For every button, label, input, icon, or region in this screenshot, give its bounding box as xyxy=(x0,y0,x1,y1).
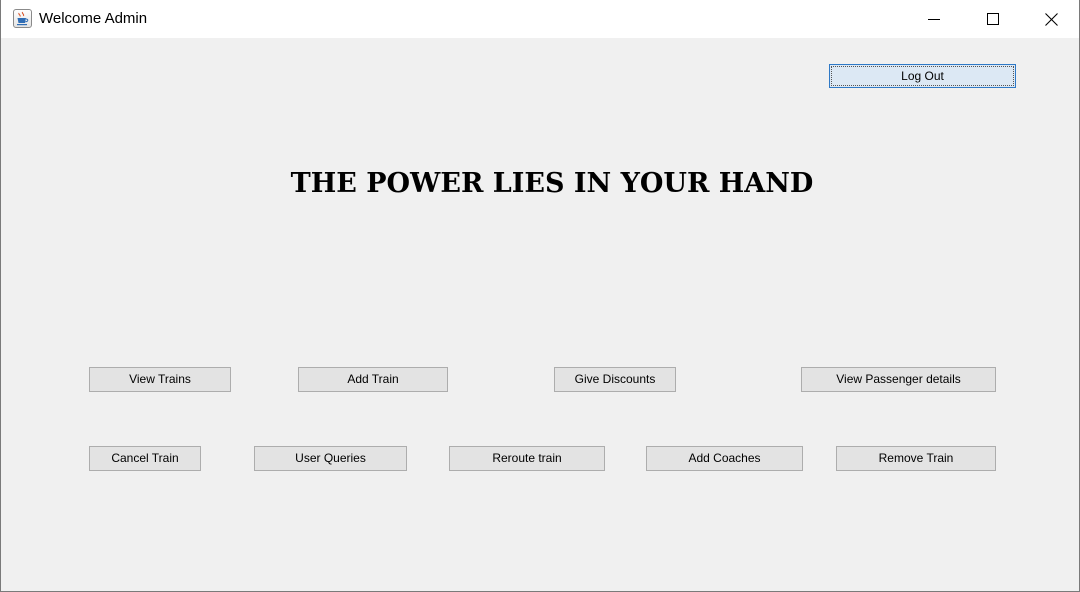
minimize-button[interactable] xyxy=(905,0,963,38)
content-panel: Log Out THE POWER LIES IN YOUR HAND View… xyxy=(1,38,1079,591)
maximize-button[interactable] xyxy=(964,0,1022,38)
remove-train-button[interactable]: Remove Train xyxy=(836,446,996,471)
java-cup-icon xyxy=(13,9,32,28)
reroute-train-button[interactable]: Reroute train xyxy=(449,446,605,471)
admin-window: Welcome Admin Log Out THE POWER LIES IN … xyxy=(0,0,1080,592)
view-passenger-details-button[interactable]: View Passenger details xyxy=(801,367,996,392)
title-bar[interactable]: Welcome Admin xyxy=(1,0,1079,38)
give-discounts-button[interactable]: Give Discounts xyxy=(554,367,676,392)
logout-label: Log Out xyxy=(831,66,1014,86)
user-queries-button[interactable]: User Queries xyxy=(254,446,407,471)
page-headline: THE POWER LIES IN YOUR HAND xyxy=(290,168,814,199)
minimize-icon xyxy=(928,19,940,20)
view-trains-button[interactable]: View Trains xyxy=(89,367,231,392)
add-coaches-button[interactable]: Add Coaches xyxy=(646,446,803,471)
cancel-train-button[interactable]: Cancel Train xyxy=(89,446,201,471)
logout-button[interactable]: Log Out xyxy=(829,64,1016,88)
close-button[interactable] xyxy=(1022,0,1080,38)
maximize-icon xyxy=(987,13,999,25)
add-train-button[interactable]: Add Train xyxy=(298,367,448,392)
close-icon xyxy=(1044,12,1058,26)
window-title: Welcome Admin xyxy=(39,10,148,27)
